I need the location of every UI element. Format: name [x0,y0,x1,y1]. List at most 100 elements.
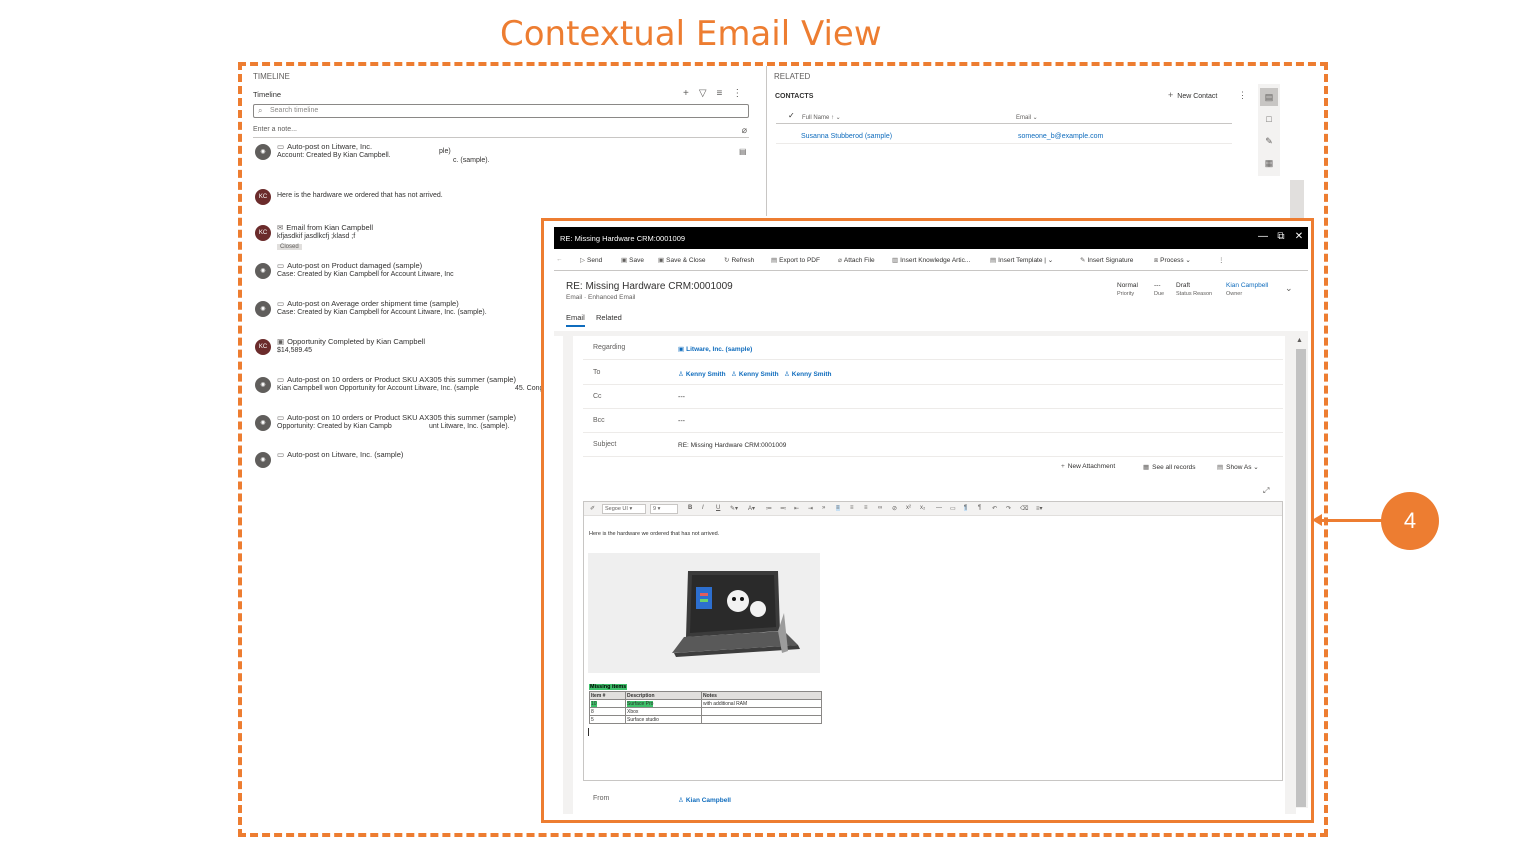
align-right-icon[interactable]: ≡ [864,505,868,511]
close-icon[interactable]: ✕ [1292,230,1306,244]
missing-items-heading: Missing items [589,684,628,690]
expand-icon[interactable]: ▤ [739,147,747,156]
align-center-icon[interactable]: ≡ [850,505,854,511]
format-painter-icon[interactable]: ✐ [590,505,595,512]
clear-format-icon[interactable]: ⌫ [1020,505,1028,512]
new-attachment-button[interactable]: + New Attachment [1061,463,1115,470]
see-all-records-button[interactable]: ▦ See all records [1143,463,1196,471]
more-icon[interactable]: ⋮ [1238,90,1247,101]
expand-icon[interactable]: ⤢ [1263,486,1269,496]
laptop-image [588,553,820,673]
more-tools-icon[interactable]: ≡▾ [1036,505,1043,512]
tab-related[interactable]: Related [596,313,622,322]
timeline-item-title-text: Opportunity Completed by Kian Campbell [287,337,426,346]
rich-text-editor[interactable]: ✐ Segoe UI ▾ 9 ▾ B I U ✎▾ A▾ ≔ ≕ ⇤ ⇥ » ≡ [583,501,1283,781]
pdf-icon: ▤ [771,257,778,264]
bcc-input[interactable]: --- [678,418,685,425]
chevron-down-icon[interactable]: ⌄ [1285,283,1293,294]
table-cell: with additional RAM [701,699,822,708]
italic-icon[interactable]: I [702,505,704,511]
minimize-icon[interactable]: — [1256,230,1270,244]
image-icon[interactable]: ▭ [950,505,956,512]
more-icon[interactable]: ⋮ [1218,256,1225,264]
square-icon[interactable]: □ [1260,110,1278,128]
select-all-checkbox[interactable]: ✓ [788,111,795,120]
indent-icon[interactable]: ⇥ [808,505,813,512]
subscript-icon[interactable]: x₂ [920,505,925,511]
record-subtitle[interactable]: Email · Enhanced Email [566,294,635,301]
insert-knowledge-button[interactable]: ▥ Insert Knowledge Artic... [892,256,970,264]
filter-icon[interactable]: ▽ [699,88,707,99]
text-caret [588,728,589,736]
rtl-icon[interactable]: ¶ [978,505,981,511]
timeline-item-title-text: Email from Kian Campbell [286,223,373,232]
recipient[interactable]: Kenny Smith [686,371,726,378]
column-header-full-name[interactable]: Full Name ↑ ⌄ [802,114,841,121]
insert-signature-button[interactable]: ✎ Insert Signature [1080,256,1133,264]
save-close-button[interactable]: ▣ Save & Close [658,256,706,264]
bold-icon[interactable]: B [688,505,692,511]
numbering-icon[interactable]: ≕ [780,505,786,512]
outdent-icon[interactable]: ⇤ [794,505,799,512]
column-header-email[interactable]: Email ⌄ [1016,114,1038,121]
underline-icon[interactable]: U [716,505,720,511]
related-scrollbar[interactable] [1290,180,1304,220]
insert-template-button[interactable]: ▤ Insert Template | ⌄ [990,256,1053,264]
plus-icon[interactable]: + [683,88,689,99]
timeline-item[interactable]: ◉ ▭ Auto-post on Litware, Inc. Account: C… [253,142,747,178]
horizontal-line-icon[interactable]: — [936,505,942,511]
scroll-up-icon[interactable]: ▲ [1296,337,1303,344]
timeline-search-input[interactable]: ⌕ Search timeline [253,104,749,118]
contact-name-link[interactable]: Susanna Stubberod (sample) [801,133,892,140]
bullets-icon[interactable]: ≔ [766,505,772,512]
save-button[interactable]: ▣ Save [621,256,644,264]
attachments-bar: + New Attachment ▦ See all records ▤ Show A… [583,458,1283,476]
cc-input[interactable]: --- [678,394,685,401]
refresh-button[interactable]: ↻ Refresh [724,256,754,264]
more-icon[interactable]: ⋮ [732,88,742,99]
table-row[interactable]: Susanna Stubberod (sample) someone_b@exa… [776,130,1232,144]
process-button[interactable]: ⧈ Process ⌄ [1154,256,1191,265]
font-color-icon[interactable]: A▾ [748,505,755,512]
new-contact-button[interactable]: + New Contact [1168,90,1217,100]
show-as-button[interactable]: ▤ Show As ⌄ [1217,463,1259,471]
from-lookup[interactable]: ♙ Kian Campbell [678,796,731,804]
list-icon[interactable]: ≡ [717,88,723,99]
recipient[interactable]: Kenny Smith [792,371,832,378]
undo-icon[interactable]: ↶ [992,505,997,512]
recipient[interactable]: Kenny Smith [739,371,779,378]
owner-field[interactable]: Kian Campbell Owner [1226,282,1268,297]
font-size-select[interactable]: 9 ▾ [650,504,678,514]
document-icon[interactable]: ▦ [1260,154,1278,172]
grid-view-icon[interactable]: ▤ [1260,88,1278,106]
table-cell: Surface studio [625,715,702,724]
export-pdf-button[interactable]: ▤ Export to PDF [771,256,820,264]
ltr-icon[interactable]: ¶ [964,505,968,511]
wrench-icon[interactable]: ✎ [1260,132,1278,150]
superscript-icon[interactable]: x² [906,505,911,511]
attach-file-button[interactable]: ⌀ Attach File [838,256,875,264]
restore-icon[interactable]: ⧉ [1274,230,1288,244]
unlink-icon[interactable]: ⊘ [892,505,897,512]
timeline-item-title-text: Auto-post on 10 orders or Product SKU AX… [287,375,516,384]
redo-icon[interactable]: ↷ [1006,505,1011,512]
back-icon[interactable]: ← [556,256,563,263]
contact-email-link[interactable]: someone_b@example.com [1018,133,1103,140]
opportunity-icon: ▣ [277,337,285,346]
align-left-icon[interactable]: ≡ [836,505,840,511]
email-scrollbar-thumb[interactable] [1296,349,1306,807]
subject-input[interactable]: RE: Missing Hardware CRM:0001009 [678,442,786,449]
post-avatar: ◉ [255,452,271,468]
window-title: RE: Missing Hardware CRM:0001009 [560,234,686,243]
send-button[interactable]: ▷ Send [580,256,602,264]
quote-icon[interactable]: » [822,505,825,511]
tab-email[interactable]: Email [566,313,585,327]
timeline-item-title: ▭ Auto-post on 10 orders or Product SKU A… [277,413,516,422]
link-icon[interactable]: ∞ [878,505,882,511]
timeline-note-input[interactable]: Enter a note... ⌀ [253,125,749,138]
regarding-lookup[interactable]: ▣ Litware, Inc. (sample) [678,345,752,353]
paperclip-icon[interactable]: ⌀ [742,125,747,136]
font-family-select[interactable]: Segoe UI ▾ [602,504,646,514]
to-recipients[interactable]: ♙ Kenny Smith ♙ Kenny Smith ♙ Kenny Smith [678,370,832,378]
highlight-icon[interactable]: ✎▾ [730,505,738,512]
